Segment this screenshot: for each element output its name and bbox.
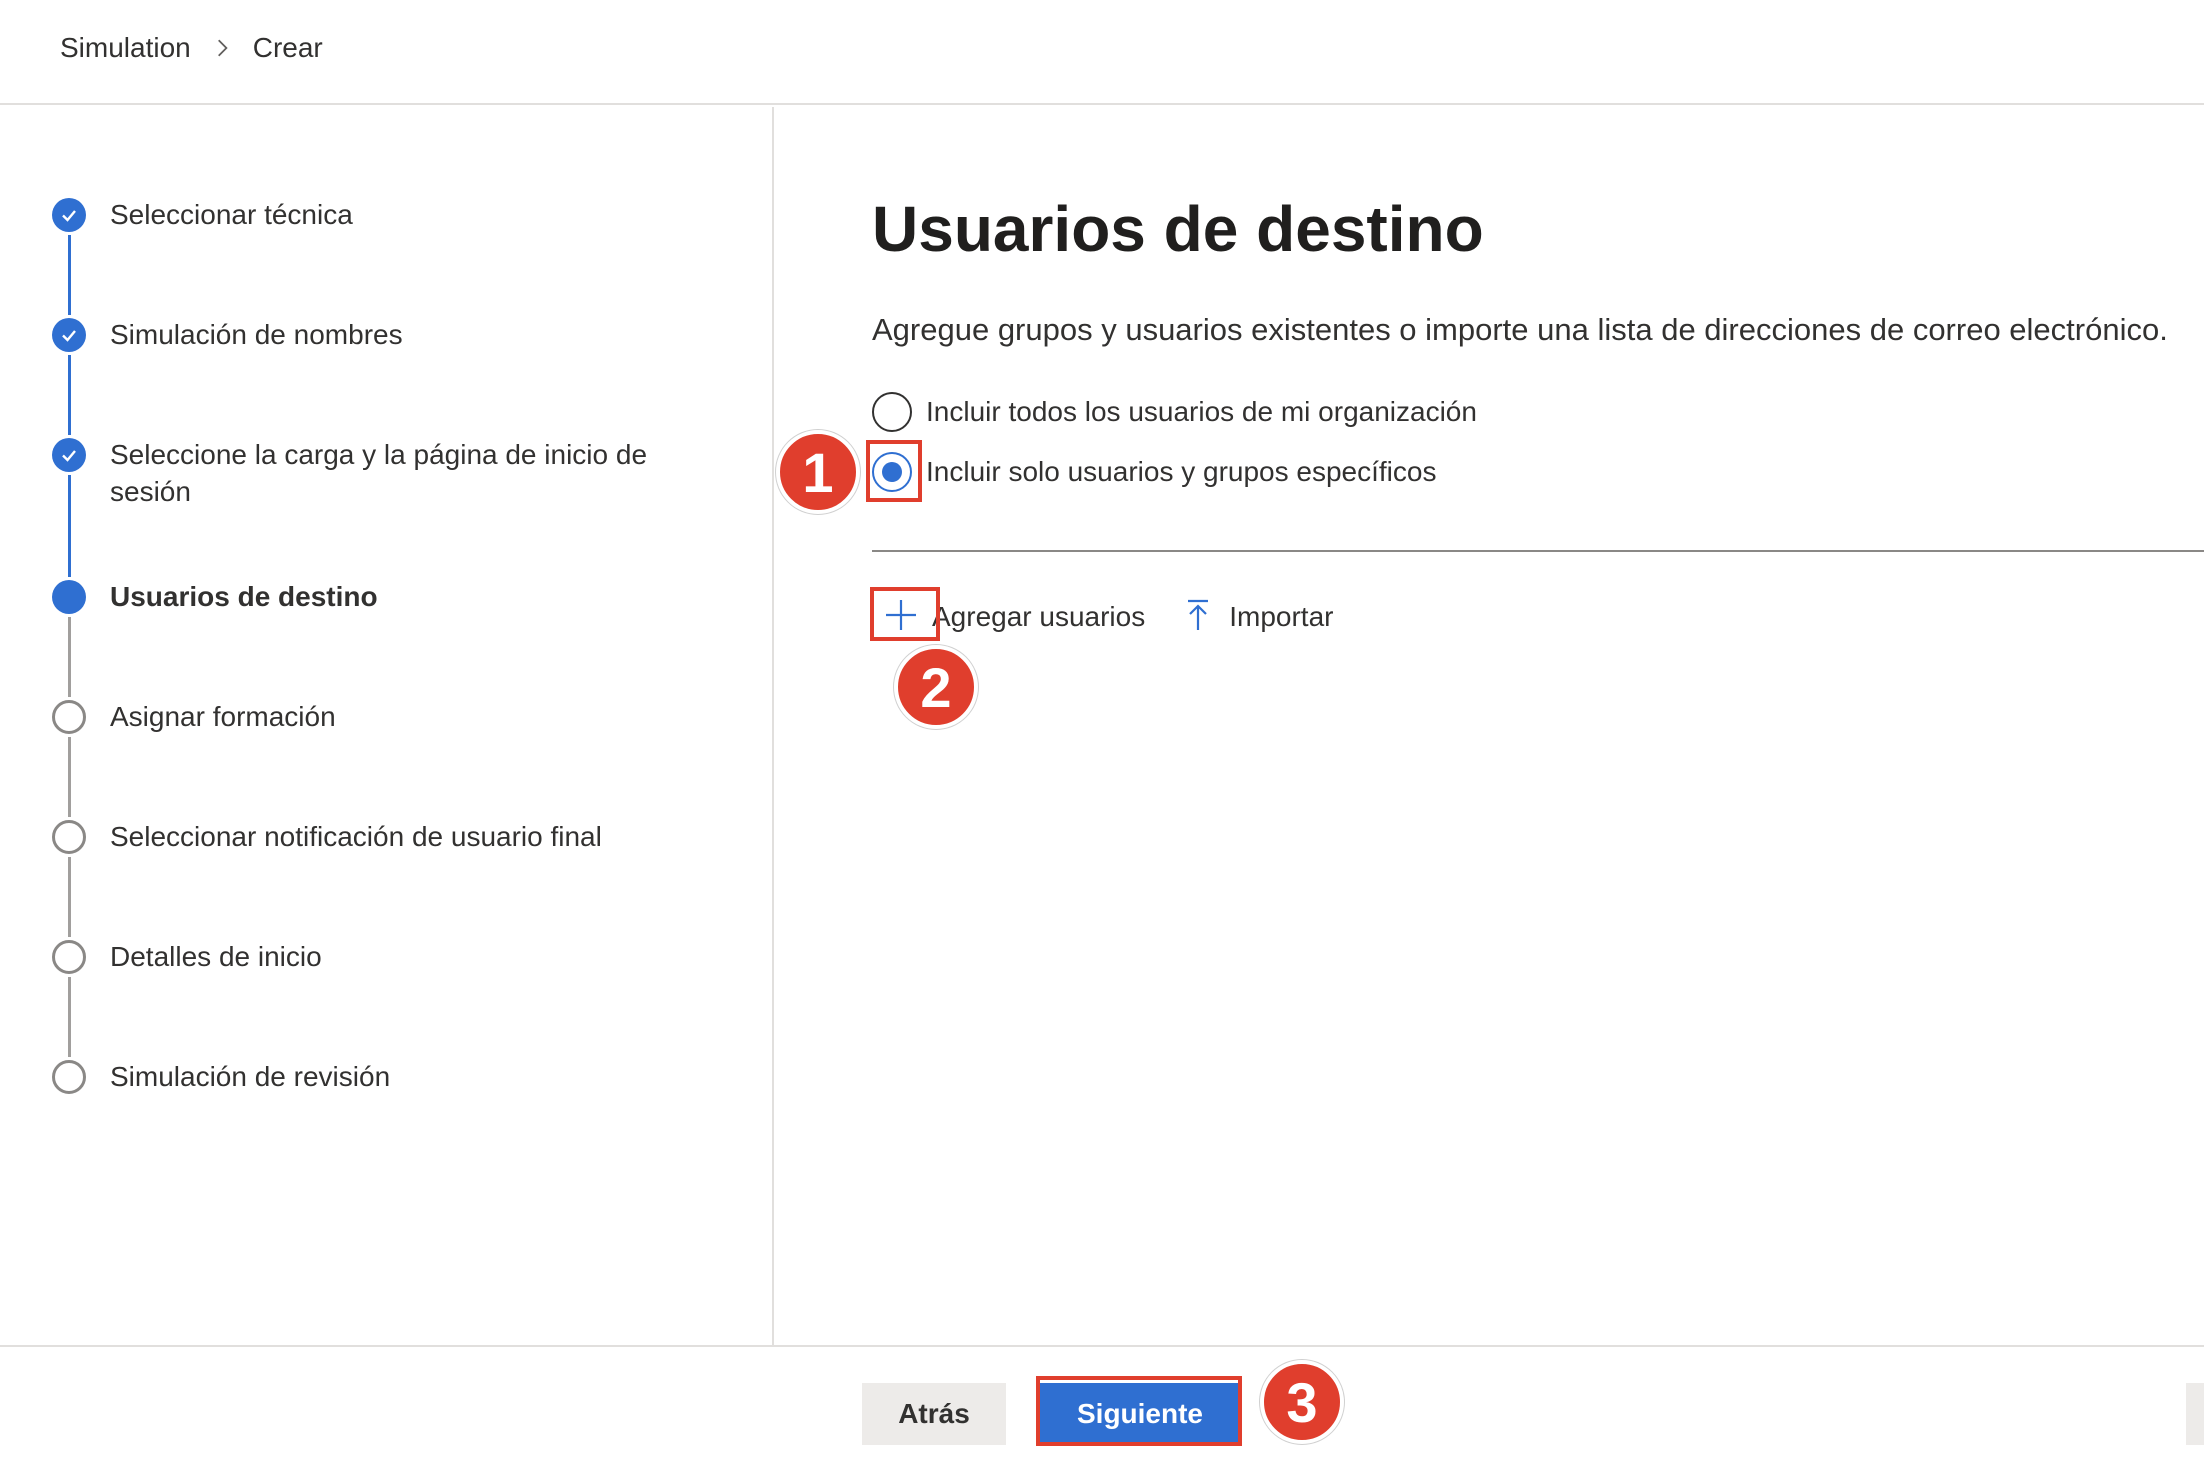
breadcrumb-crear: Crear xyxy=(252,32,323,63)
wizard-step-detalles-inicio: Detalles de inicio xyxy=(52,940,670,975)
step-badge-2: 2 xyxy=(894,645,978,729)
step-connector xyxy=(68,857,71,937)
wizard-step-seleccionar-tecnica[interactable]: Seleccionar técnica xyxy=(52,198,670,233)
footer-edge-button[interactable] xyxy=(2186,1383,2204,1445)
radio-all-users[interactable]: Incluir todos los usuarios de mi organiz… xyxy=(872,392,1477,432)
checkmark-icon xyxy=(52,318,86,352)
step-label: Simulación de revisión xyxy=(110,1061,391,1092)
main-content: Usuarios de destino Agregue grupos y usu… xyxy=(872,107,2204,1345)
highlight-box-next xyxy=(1036,1376,1242,1446)
radio-button-unchecked[interactable] xyxy=(872,392,912,432)
highlight-box-radio xyxy=(866,440,922,502)
checkmark-icon xyxy=(52,198,86,232)
step-connector xyxy=(68,235,71,315)
radio-specific-users[interactable]: Incluir solo usuarios y grupos específic… xyxy=(872,452,1436,492)
wizard-step-usuarios-destino[interactable]: Usuarios de destino xyxy=(52,580,670,615)
wizard-step-carga-pagina[interactable]: Seleccione la carga y la página de inici… xyxy=(52,438,670,510)
wizard-step-revision: Simulación de revisión xyxy=(52,1060,670,1095)
step-connector xyxy=(68,355,71,435)
chevron-right-icon xyxy=(211,37,233,59)
breadcrumb-simulation[interactable]: Simulation xyxy=(60,32,191,64)
wizard-step-simulacion-nombres[interactable]: Simulación de nombres xyxy=(52,318,670,353)
pending-step-icon xyxy=(52,1060,86,1094)
checkmark-icon xyxy=(52,438,86,472)
step-connector xyxy=(68,617,71,697)
step-label: Seleccionar notificación de usuario fina… xyxy=(110,821,602,852)
wizard-steps-panel: Seleccionar técnica Simulación de nombre… xyxy=(0,107,774,1345)
app-root: Simulation Crear Seleccionar técnica Sim… xyxy=(0,0,2204,1470)
step-label: Usuarios de destino xyxy=(110,581,378,612)
upload-icon xyxy=(1179,596,1217,639)
step-connector xyxy=(68,977,71,1057)
divider xyxy=(872,550,2204,552)
step-label: Seleccionar técnica xyxy=(110,199,353,230)
step-label: Detalles de inicio xyxy=(110,941,322,972)
wizard-step-asignar-formacion: Asignar formación xyxy=(52,700,670,735)
pending-step-icon xyxy=(52,940,86,974)
header: Simulation Crear xyxy=(0,0,2204,105)
step-connector xyxy=(68,737,71,817)
back-button[interactable]: Atrás xyxy=(862,1383,1006,1445)
import-button[interactable]: Importar xyxy=(1179,596,1333,639)
step-label: Simulación de nombres xyxy=(110,319,403,350)
step-badge-1: 1 xyxy=(776,430,860,514)
current-step-icon xyxy=(52,580,86,614)
radio-label: Incluir todos los usuarios de mi organiz… xyxy=(926,396,1477,427)
step-label: Seleccione la carga y la página de inici… xyxy=(110,439,648,507)
step-badge-3: 3 xyxy=(1260,1360,1344,1444)
wizard-step-notificacion: Seleccionar notificación de usuario fina… xyxy=(52,820,670,855)
add-users-label: Agregar usuarios xyxy=(932,601,1146,632)
pending-step-icon xyxy=(52,820,86,854)
page-title: Usuarios de destino xyxy=(872,193,1484,265)
highlight-box-add xyxy=(870,587,940,641)
pending-step-icon xyxy=(52,700,86,734)
page-description: Agregue grupos y usuarios existentes o i… xyxy=(872,312,2168,347)
command-bar: Agregar usuarios Importar xyxy=(882,587,1367,647)
radio-label: Incluir solo usuarios y grupos específic… xyxy=(926,456,1437,487)
step-label: Asignar formación xyxy=(110,701,336,732)
breadcrumb: Simulation Crear xyxy=(60,28,323,68)
import-label: Importar xyxy=(1229,601,1334,632)
